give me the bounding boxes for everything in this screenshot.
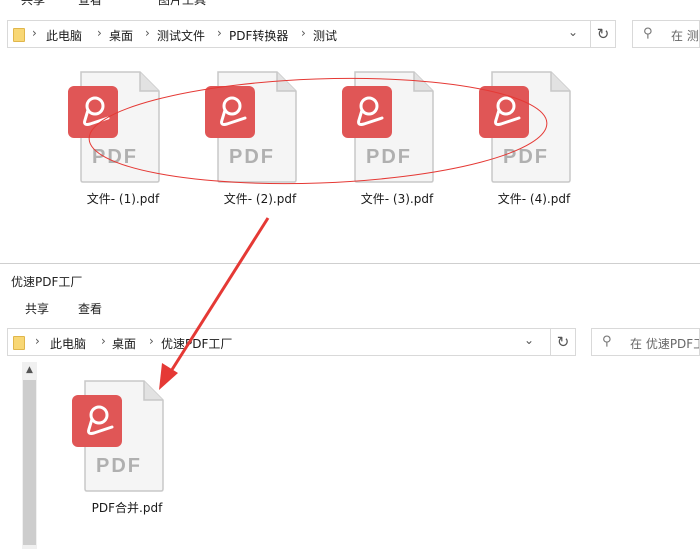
search-input[interactable]: ⚲ 在 优速PDF工 xyxy=(591,328,700,356)
ribbon-tab-share[interactable]: 共享 xyxy=(21,0,45,8)
chevron-right-icon: › xyxy=(32,26,37,40)
search-input[interactable]: ⚲ 在 测 xyxy=(632,20,700,48)
ribbon-tab-view[interactable]: 查看 xyxy=(78,0,102,8)
file-item[interactable]: PDF 文件- (2).pdf xyxy=(205,70,315,210)
chevron-right-icon: › xyxy=(35,334,40,348)
folder-icon xyxy=(13,28,25,42)
file-name[interactable]: 文件- (1).pdf xyxy=(58,190,188,207)
breadcrumb-desktop[interactable]: 桌面 xyxy=(109,27,133,44)
search-icon: ⚲ xyxy=(643,26,653,41)
chevron-down-icon[interactable]: ⌄ xyxy=(568,25,578,39)
pdf-label: PDF xyxy=(92,146,138,168)
file-item[interactable]: PDF 文件- (3).pdf xyxy=(342,70,452,210)
pdf-logo-icon xyxy=(205,86,255,138)
pdf-logo-icon xyxy=(68,86,118,138)
address-bar[interactable]: › 此电脑 › 桌面 › 测试文件 › PDF转换器 › 测试 ⌄ xyxy=(7,20,615,48)
pdf-label: PDF xyxy=(229,146,275,168)
chevron-right-icon: › xyxy=(101,334,106,348)
breadcrumb-this-pc[interactable]: 此电脑 xyxy=(46,27,82,44)
ribbon-tab-picture-tools[interactable]: 图片工具 xyxy=(158,0,206,8)
ribbon-tab-view[interactable]: 查看 xyxy=(78,300,102,317)
scroll-thumb[interactable] xyxy=(23,380,36,545)
pdf-logo-icon xyxy=(342,86,392,138)
breadcrumb-pdf-factory[interactable]: 优速PDF工厂 xyxy=(161,335,232,352)
bottom-explorer-window: 优速PDF工厂 共享 查看 › 此电脑 › 桌面 › 优速PDF工厂 ⌄ ↻ ⚲… xyxy=(0,263,700,549)
file-item[interactable]: PDF PDF合并.pdf xyxy=(72,379,182,519)
file-name[interactable]: 文件- (4).pdf xyxy=(469,190,599,207)
window-title: 优速PDF工厂 xyxy=(11,275,83,289)
file-item[interactable]: PDF 文件- (4).pdf xyxy=(479,70,589,210)
ribbon-tab-share[interactable]: 共享 xyxy=(25,300,49,317)
pdf-label: PDF xyxy=(366,146,412,168)
pdf-label: PDF xyxy=(503,146,549,168)
pdf-logo-icon xyxy=(72,395,122,447)
breadcrumb-desktop[interactable]: 桌面 xyxy=(112,335,136,352)
folder-icon xyxy=(13,336,25,350)
vertical-scrollbar[interactable]: ▲ xyxy=(22,362,37,549)
pdf-logo-icon xyxy=(479,86,529,138)
chevron-right-icon: › xyxy=(301,26,306,40)
file-name[interactable]: 文件- (2).pdf xyxy=(195,190,325,207)
breadcrumb-test[interactable]: 测试 xyxy=(313,27,337,44)
breadcrumb-test-files[interactable]: 测试文件 xyxy=(157,27,205,44)
scroll-up-icon[interactable]: ▲ xyxy=(22,362,37,379)
chevron-right-icon: › xyxy=(149,334,154,348)
breadcrumb-pdf-converter[interactable]: PDF转换器 xyxy=(229,27,288,44)
top-explorer-window: 共享 查看 图片工具 › 此电脑 › 桌面 › 测试文件 › PDF转换器 › … xyxy=(0,0,700,262)
file-name[interactable]: PDF合并.pdf xyxy=(62,499,192,516)
search-placeholder: 在 优速PDF工 xyxy=(630,337,700,351)
search-placeholder: 在 测 xyxy=(671,29,699,43)
breadcrumb-this-pc[interactable]: 此电脑 xyxy=(50,335,86,352)
refresh-button[interactable]: ↻ xyxy=(550,328,576,356)
chevron-right-icon: › xyxy=(145,26,150,40)
pdf-label: PDF xyxy=(96,455,142,477)
chevron-right-icon: › xyxy=(97,26,102,40)
chevron-down-icon[interactable]: ⌄ xyxy=(524,333,534,347)
refresh-button[interactable]: ↻ xyxy=(590,20,616,48)
chevron-right-icon: › xyxy=(217,26,222,40)
address-bar[interactable]: › 此电脑 › 桌面 › 优速PDF工厂 ⌄ xyxy=(7,328,575,356)
search-icon: ⚲ xyxy=(602,334,612,349)
file-name[interactable]: 文件- (3).pdf xyxy=(332,190,462,207)
file-item[interactable]: PDF 文件- (1).pdf xyxy=(68,70,178,210)
